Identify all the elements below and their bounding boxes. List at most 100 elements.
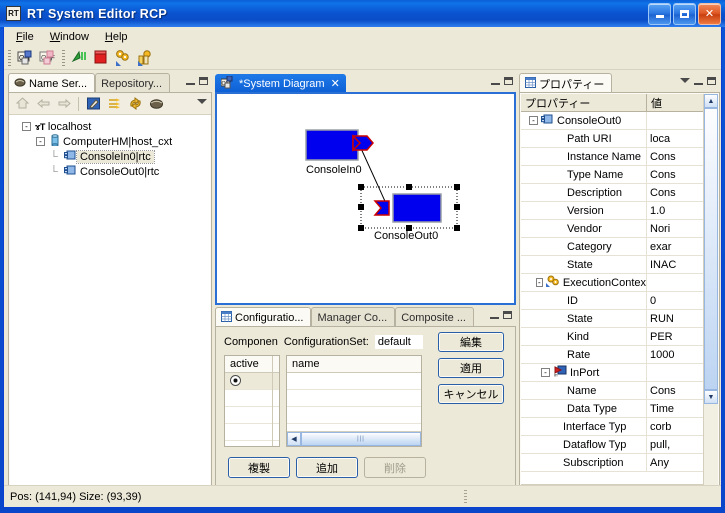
property-row[interactable]: State RUN [521, 310, 704, 328]
property-row[interactable]: Subscription Any [521, 454, 704, 472]
expander-icon[interactable]: - [535, 278, 543, 287]
scroll-up-button[interactable]: ▲ [704, 94, 718, 108]
gears-restore-icon[interactable] [112, 48, 134, 68]
maximize-icon[interactable] [199, 76, 208, 85]
home-icon[interactable] [12, 95, 32, 113]
menu-file[interactable]: FFileile [8, 29, 42, 45]
maximize-icon[interactable] [707, 76, 716, 85]
back-arrow-icon[interactable] [33, 95, 53, 113]
minimize-button[interactable] [648, 3, 671, 25]
properties-vscrollbar[interactable]: ▲ ▼ [703, 94, 718, 485]
edit-connect-icon[interactable] [83, 95, 103, 113]
toolbar-grip-2[interactable] [62, 49, 65, 66]
view-menu-icon[interactable] [197, 99, 207, 104]
table-row[interactable] [287, 407, 421, 424]
property-row[interactable]: - in InPort [521, 364, 704, 382]
tab-repository[interactable]: Repository... [95, 73, 171, 93]
maximize-button[interactable] [673, 3, 696, 25]
table-row[interactable] [225, 424, 279, 441]
menu-window[interactable]: Window [42, 29, 97, 45]
apply-button[interactable]: 適用 [438, 358, 504, 378]
property-row[interactable]: Category exar [521, 238, 704, 256]
properties-table[interactable]: プロパティー 値 - ConsoleOut0 Path URI loca Ins… [521, 94, 704, 485]
expander-icon[interactable]: - [529, 116, 538, 125]
tab-composite[interactable]: Composite ... [395, 307, 474, 327]
table-row[interactable] [225, 373, 279, 390]
property-row[interactable]: - ExecutionContex [521, 274, 704, 292]
property-row[interactable]: Name Cons [521, 382, 704, 400]
forward-arrow-icon[interactable] [54, 95, 74, 113]
scroll-left-button[interactable]: ◀ [287, 432, 301, 446]
active-radio[interactable] [230, 375, 241, 389]
minimize-icon[interactable] [186, 76, 195, 85]
tree-node-consoleout0[interactable]: └ ConsoleOut0|rtc [10, 164, 210, 179]
name-table-hscrollbar[interactable]: ◀ ||| [287, 431, 421, 446]
cancel-button[interactable]: キャンセル [438, 384, 504, 404]
property-row[interactable]: Instance Name Cons [521, 148, 704, 166]
toolbar-grip[interactable] [8, 49, 11, 66]
property-row[interactable]: ID 0 [521, 292, 704, 310]
property-row[interactable]: Type Name Cons [521, 166, 704, 184]
property-row[interactable]: Description Cons [521, 184, 704, 202]
start-green-icon[interactable] [68, 48, 90, 68]
expander-icon[interactable]: - [541, 368, 550, 377]
name-service-tree[interactable]: - ɤT localhost - ComputerHM|host_cxt └ C… [10, 115, 210, 499]
tree-node-host-cxt[interactable]: - ComputerHM|host_cxt [10, 134, 210, 149]
name-table[interactable]: name ◀ ||| [286, 355, 422, 447]
components-restore-icon[interactable] [134, 48, 156, 68]
activate-on-icon[interactable]: ON [14, 48, 36, 68]
property-row[interactable]: Dataflow Typ pull, [521, 436, 704, 454]
vscroll-thumb[interactable] [704, 108, 718, 390]
expander-icon[interactable]: - [22, 122, 31, 131]
tab-system-diagram[interactable]: ON *System Diagram ✕ [215, 74, 346, 93]
hscroll-thumb[interactable]: ||| [301, 432, 421, 446]
edit-button[interactable]: 編集 [438, 332, 504, 352]
column-header-property[interactable]: プロパティー [521, 94, 647, 111]
column-header-value[interactable]: 値 [647, 94, 704, 111]
minimize-icon[interactable] [694, 76, 703, 85]
stop-red-icon[interactable] [90, 48, 112, 68]
tab-configuration[interactable]: Configuratio... [215, 307, 312, 327]
inport-icon: in [553, 365, 567, 380]
active-table[interactable]: active [224, 355, 280, 447]
property-row[interactable]: - ConsoleOut0 [521, 112, 704, 130]
tab-properties[interactable]: プロパティー [519, 73, 613, 93]
scroll-down-button[interactable]: ▼ [704, 390, 718, 404]
deactivate-off-icon[interactable]: OFF [36, 48, 58, 68]
duplicate-button[interactable]: 複製 [228, 457, 290, 478]
table-row[interactable] [287, 390, 421, 407]
refresh-icon[interactable] [125, 95, 145, 113]
property-row[interactable]: Rate 1000 [521, 346, 704, 364]
sync-icon[interactable] [104, 95, 124, 113]
property-row[interactable]: Vendor Nori [521, 220, 704, 238]
column-divider [272, 356, 273, 446]
tab-manager-control[interactable]: Manager Co... [311, 307, 396, 327]
property-row[interactable]: Interface Typ corb [521, 418, 704, 436]
naming-service-icon[interactable] [146, 95, 166, 113]
property-row[interactable]: Path URI loca [521, 130, 704, 148]
property-row[interactable]: State INAC [521, 256, 704, 274]
maximize-icon[interactable] [503, 310, 512, 319]
tab-name-service[interactable]: Name Ser... [8, 73, 96, 93]
diagram-canvas[interactable]: ConsoleIn0 ConsoleOut0 [215, 92, 516, 305]
tree-node-localhost[interactable]: - ɤT localhost [10, 119, 210, 134]
property-row[interactable]: Kind PER [521, 328, 704, 346]
maximize-icon[interactable] [504, 76, 513, 85]
status-bar: Pos: (141,94) Size: (93,39) [4, 485, 721, 507]
table-row[interactable] [287, 373, 421, 390]
tree-node-consolein0[interactable]: └ ConsoleIn0|rtc [10, 149, 210, 164]
property-row[interactable]: Data Type Time [521, 400, 704, 418]
table-row[interactable] [225, 390, 279, 407]
expander-icon[interactable]: - [36, 137, 45, 146]
configset-value[interactable]: default [374, 335, 423, 349]
close-button[interactable]: ✕ [698, 3, 721, 25]
property-row[interactable]: Version 1.0 [521, 202, 704, 220]
window-controls: ✕ [648, 3, 721, 25]
menu-help[interactable]: Help [97, 29, 136, 45]
minimize-icon[interactable] [491, 76, 500, 85]
close-icon[interactable]: ✕ [331, 77, 340, 90]
add-button[interactable]: 追加 [296, 457, 358, 478]
table-row[interactable] [225, 407, 279, 424]
minimize-icon[interactable] [490, 310, 499, 319]
view-menu-icon[interactable] [680, 78, 690, 83]
